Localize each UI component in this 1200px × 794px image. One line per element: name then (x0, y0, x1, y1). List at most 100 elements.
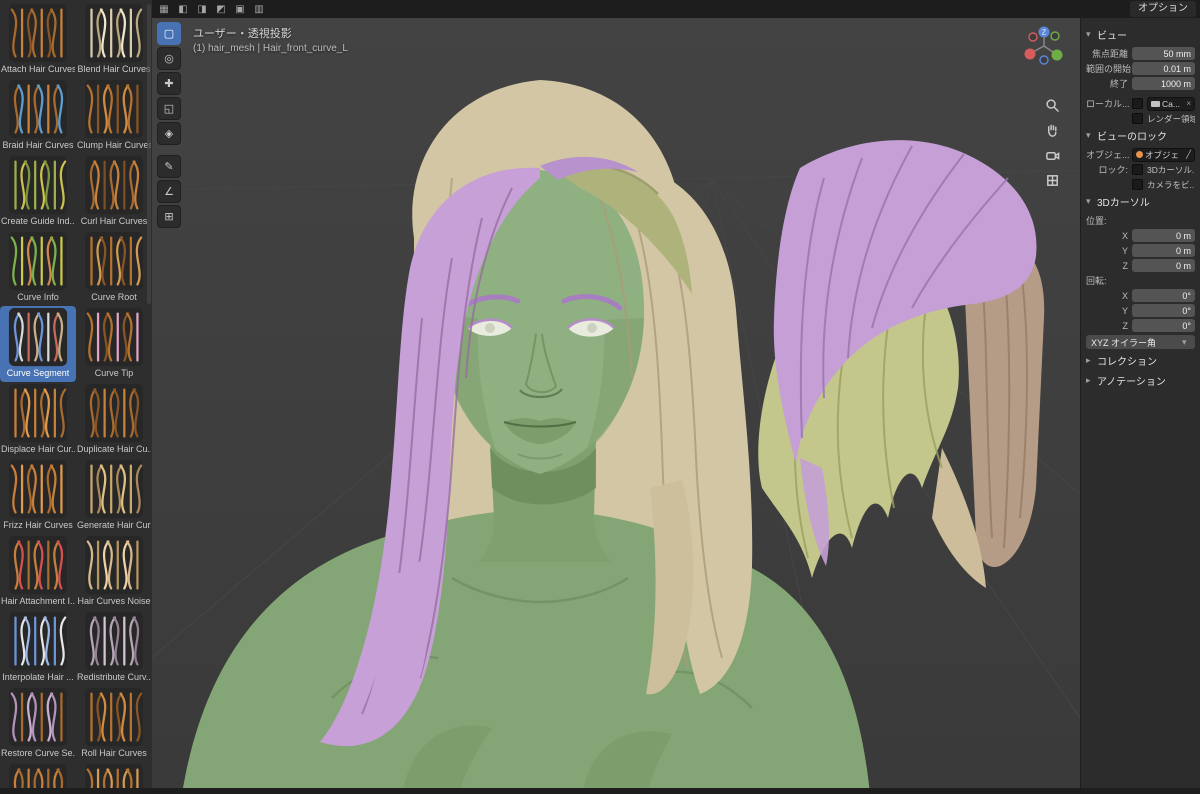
measure-tool[interactable]: ∠ (157, 180, 181, 203)
object-icon (1136, 151, 1143, 158)
select-box-tool[interactable]: ▢ (157, 22, 181, 45)
loc-y-label: Y (1121, 245, 1128, 256)
gizmo-x-neg-axis[interactable] (1028, 32, 1038, 42)
asset-item[interactable]: Curve Info (0, 230, 76, 306)
cursor-section-title: 3Dカーソル (1097, 198, 1150, 209)
cursor-rotation-x-field[interactable]: 0° (1132, 289, 1195, 302)
asset-label: Create Guide Ind... (1, 216, 75, 226)
asset-label: Redistribute Curv... (77, 672, 151, 682)
local-camera-checkbox[interactable] (1132, 98, 1143, 109)
clear-camera-icon[interactable]: × (1186, 99, 1191, 108)
lock-camera-checkbox[interactable] (1132, 179, 1143, 190)
asset-thumbnail (84, 611, 144, 671)
asset-item[interactable]: Restore Curve Se... (0, 686, 76, 762)
rotation-mode-dropdown[interactable]: XYZ オイラー角 ▾ (1086, 335, 1195, 349)
asset-label: Blend Hair Curves (77, 64, 151, 74)
collapse-caret-icon: ▾ (1086, 196, 1091, 206)
add-cube-tool[interactable]: ⊞ (157, 205, 181, 228)
asset-item[interactable]: Interpolate Hair ... (0, 610, 76, 686)
clip-start-field[interactable]: 0.01 m (1132, 62, 1195, 75)
cursor-section-header[interactable]: ▾ 3Dカーソル (1086, 194, 1195, 209)
camera-view-icon[interactable] (1043, 146, 1061, 164)
zoom-icon[interactable] (1043, 96, 1061, 114)
gizmo-x-axis[interactable] (1024, 48, 1036, 60)
local-camera-value: Ca... (1162, 98, 1180, 109)
clip-end-field[interactable]: 1000 m (1132, 77, 1195, 90)
view-toggle-icon-1[interactable]: ◧ (175, 2, 191, 16)
perspective-toggle-icon[interactable] (1043, 171, 1061, 189)
collections-section-header[interactable]: ▸ コレクション (1086, 353, 1195, 368)
lock-object-field[interactable]: オブジェ ╱ (1132, 147, 1195, 162)
focal-length-label: 焦点距離 (1091, 49, 1128, 59)
3d-viewport[interactable]: ユーザー・透視投影 (1) hair_mesh | Hair_front_cur… (152, 18, 1200, 794)
rot-y-label: Y (1121, 305, 1128, 316)
asset-scrollbar[interactable] (147, 4, 151, 304)
asset-label: Clump Hair Curves (77, 140, 151, 150)
asset-item[interactable]: Curve Root (76, 230, 152, 306)
rotation-mode-value: XYZ オイラー角 (1091, 337, 1157, 348)
asset-item[interactable]: Clump Hair Curves (76, 78, 152, 154)
sidebar-view-panel: ▾ ビュー 焦点距離 50 mm 範囲の開始 0.01 m 終了 1000 m … (1080, 18, 1200, 794)
asset-item[interactable]: Curve Tip (76, 306, 152, 382)
asset-item[interactable]: Displace Hair Cur... (0, 382, 76, 458)
pan-hand-icon[interactable] (1043, 121, 1061, 139)
rot-x-label: X (1121, 290, 1128, 301)
asset-thumbnail (8, 459, 68, 519)
view-section-header[interactable]: ▾ ビュー (1086, 27, 1195, 42)
view-toggle-icon-3[interactable]: ◩ (213, 2, 229, 16)
asset-label: Braid Hair Curves (2, 140, 74, 150)
asset-label: Curl Hair Curves (80, 216, 148, 226)
gizmo-y-axis[interactable] (1051, 49, 1063, 61)
lock-3d-cursor-label: 3Dカーソル... (1147, 164, 1195, 175)
cursor-location-y-field[interactable]: 0 m (1132, 244, 1195, 257)
asset-item[interactable]: Generate Hair Cur... (76, 458, 152, 534)
gizmo-y-neg-axis[interactable] (1050, 31, 1060, 41)
lock-3d-cursor-checkbox[interactable] (1132, 164, 1143, 175)
scale-tool[interactable]: ◱ (157, 97, 181, 120)
eyedropper-icon[interactable]: ╱ (1186, 150, 1191, 159)
asset-item[interactable]: Frizz Hair Curves (0, 458, 76, 534)
asset-thumbnail (8, 231, 68, 291)
cursor-location-z-field[interactable]: 0 m (1132, 259, 1195, 272)
cursor-rotation-y-field[interactable]: 0° (1132, 304, 1195, 317)
options-button[interactable]: オプション (1130, 1, 1196, 17)
cursor-tool[interactable]: ◎ (157, 47, 181, 70)
asset-item[interactable]: Curl Hair Curves (76, 154, 152, 230)
cursor-rotation-z-field[interactable]: 0° (1132, 319, 1195, 332)
asset-item[interactable]: Duplicate Hair Cu... (76, 382, 152, 458)
view-toggle-icon-4[interactable]: ▣ (232, 2, 248, 16)
asset-item[interactable]: Hair Attachment I... (0, 534, 76, 610)
asset-item[interactable]: Blend Hair Curves (76, 2, 152, 78)
collapsed-caret-icon: ▸ (1086, 355, 1091, 365)
move-tool[interactable]: ✚ (157, 72, 181, 95)
annotations-section-header[interactable]: ▸ アノテーション (1086, 373, 1195, 388)
navigation-gizmo[interactable]: Z (1022, 24, 1066, 68)
collapse-caret-icon: ▾ (1086, 130, 1091, 140)
focal-length-field[interactable]: 50 mm (1132, 47, 1195, 60)
asset-item[interactable]: Curve Segment (0, 306, 76, 382)
asset-item[interactable]: Create Guide Ind... (0, 154, 76, 230)
asset-thumbnail (84, 79, 144, 139)
annotate-tool[interactable]: ✎ (157, 155, 181, 178)
transform-tool[interactable]: ◈ (157, 122, 181, 145)
asset-thumbnail (8, 383, 68, 443)
asset-item[interactable]: Braid Hair Curves (0, 78, 76, 154)
view-lock-section-header[interactable]: ▾ ビューのロック (1086, 128, 1195, 143)
asset-thumbnail (84, 459, 144, 519)
asset-item[interactable]: Redistribute Curv... (76, 610, 152, 686)
asset-label: Curve Root (91, 292, 137, 302)
gizmo-z-neg-axis[interactable] (1039, 55, 1049, 65)
cursor-location-x-field[interactable]: 0 m (1132, 229, 1195, 242)
view-toggle-icon-2[interactable]: ◨ (194, 2, 210, 16)
asset-item[interactable]: Roll Hair Curves (76, 686, 152, 762)
asset-thumbnail (84, 231, 144, 291)
asset-thumbnail (8, 79, 68, 139)
render-region-checkbox[interactable] (1132, 113, 1143, 124)
local-camera-field[interactable]: Ca... × (1147, 96, 1195, 111)
location-label: 位置: (1086, 216, 1107, 226)
asset-item[interactable]: Attach Hair Curves (0, 2, 76, 78)
asset-item[interactable]: Hair Curves Noise (76, 534, 152, 610)
loc-x-label: X (1121, 230, 1128, 241)
view-toggle-icon-5[interactable]: ▥ (251, 2, 267, 16)
editor-type-icon[interactable]: ▦ (156, 2, 172, 16)
